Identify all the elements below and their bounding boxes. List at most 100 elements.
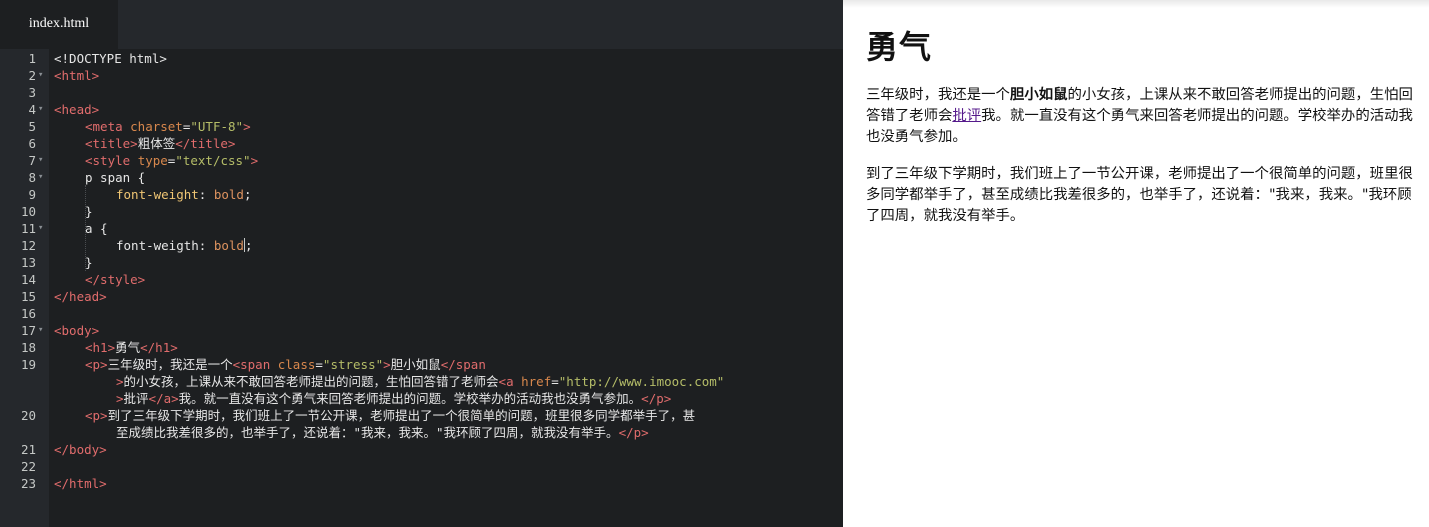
code-text: 至成绩比我差很多的，也举手了，还说着："我来，我来。"我环顾了四周，就我没有举手… [116,424,649,441]
code-token: font-weight [116,187,199,202]
code-line[interactable]: 19 <p>三年级时，我还是一个<span class="stress">胆小如鼠… [0,356,843,373]
line-number: 14 [20,272,36,287]
code-line[interactable]: 12 font-weigth: bold; [0,237,843,254]
code-token: <span [232,357,278,372]
code-line[interactable]: 22 [0,458,843,475]
code-line[interactable]: >的小女孩，上课从来不敢回答老师提出的问题，生怕回答错了老师会<a href="… [0,373,843,390]
code-line[interactable]: 10} [0,203,843,220]
code-token: a { [85,221,108,236]
code-editor[interactable]: index.html 1 <!DOCTYPE html> 2 ▾ <html> 3 4 ▾ <h… [0,0,843,527]
code-text: >批评</a>我。就一直没有这个勇气来回答老师提出的问题。学校举办的活动我也没勇… [116,390,671,407]
fold-arrow-icon[interactable]: ▾ [38,220,48,237]
code-text: a { [85,220,108,237]
code-line[interactable]: >批评</a>我。就一直没有这个勇气来回答老师提出的问题。学校举办的活动我也没勇… [0,390,843,407]
code-text: <p>三年级时，我还是一个<span class="stress">胆小如鼠</… [85,356,486,373]
code-line[interactable]: 7 ▾ <style type="text/css"> [0,152,843,169]
code-line[interactable]: 至成绩比我差很多的，也举手了，还说着："我来，我来。"我环顾了四周，就我没有举手… [0,424,843,441]
code-token: <head> [54,102,100,117]
code-token: > [383,357,391,372]
code-line[interactable]: 1 <!DOCTYPE html> [0,50,843,67]
fold-arrow-icon[interactable]: ▾ [38,322,48,339]
code-token: </h1> [140,340,178,355]
code-line[interactable]: 2 ▾ <html> [0,67,843,84]
code-line[interactable]: 8 ▾ p span { [0,169,843,186]
code-token: </span [440,357,486,372]
code-token: </style> [85,272,146,287]
line-number: 8 [28,170,36,185]
code-line[interactable]: 11 ▾ a { [0,220,843,237]
code-line[interactable]: 16 [0,305,843,322]
code-line[interactable]: 20 <p>到了三年级下学期时，我们班上了一节公开课，老师提出了一个很简单的问题，… [0,407,843,424]
code-area[interactable]: 1 <!DOCTYPE html> 2 ▾ <html> 3 4 ▾ <head> 5 <meta … [0,49,843,527]
code-text: font-weight: bold; [116,186,252,203]
p1-text-before: 三年级时，我还是一个 [866,87,1010,103]
line-number: 15 [20,289,36,304]
code-text: } [85,254,93,271]
code-token: ; [244,238,253,253]
code-line[interactable]: 13} [0,254,843,271]
code-token: <html> [54,68,100,83]
code-text: } [85,203,93,220]
code-token: </a> [148,391,179,406]
code-line[interactable]: 21 </body> [0,441,843,458]
line-number: 17 [20,323,36,338]
code-text: <meta charset="UTF-8"> [85,118,251,135]
stress-text: 胆小如鼠 [1009,87,1068,103]
code-text: </head> [54,288,107,305]
code-token: 至成绩比我差很多的，也举手了，还说着："我来，我来。"我环顾了四周，就我没有举手… [116,425,619,440]
fold-arrow-icon[interactable]: ▾ [38,169,48,186]
code-line[interactable]: 4 ▾ <head> [0,101,843,118]
line-number: 13 [20,255,36,270]
code-line[interactable]: 23 </html> [0,475,843,492]
code-token: 到了三年级下学期时，我们班上了一节公开课，老师提出了一个很简单的问题，班里很多同… [107,408,696,423]
preview-top-shade [843,0,1429,8]
code-token: > [243,119,251,134]
fold-arrow-icon[interactable]: ▾ [38,67,48,84]
code-line[interactable]: 6 <title>粗体签</title> [0,135,843,152]
tab-index-html[interactable]: index.html [0,0,118,49]
line-number: 2 [28,68,36,83]
line-number: 21 [20,442,36,457]
code-token: } [85,255,93,270]
code-token: "UTF-8" [190,119,244,134]
code-text: <!DOCTYPE html> [54,50,167,67]
line-number: 10 [20,204,36,219]
code-token: </html> [54,476,107,491]
criticize-link[interactable]: 批评 [952,108,981,124]
code-token: 的小女孩，上课从来不敢回答老师提出的问题，生怕回答错了老师会 [123,374,499,389]
code-token: = [551,374,559,389]
code-text: </html> [54,475,107,492]
code-text: <title>粗体签</title> [85,135,235,152]
code-token: <a [498,374,522,389]
code-line[interactable]: 14 </style> [0,271,843,288]
code-line[interactable]: 15 </head> [0,288,843,305]
code-line[interactable]: 9 font-weight: bold; [0,186,843,203]
fold-arrow-icon[interactable]: ▾ [38,101,48,118]
code-line[interactable]: 17 ▾ <body> [0,322,843,339]
code-token: 我。就一直没有这个勇气来回答老师提出的问题。学校举办的活动我也没勇气参加。 [178,391,642,406]
code-text: <body> [54,322,99,339]
code-token: = [315,357,323,372]
code-token: "http://www.imooc.com" [558,374,725,389]
browser-preview: 勇气 三年级时，我还是一个胆小如鼠的小女孩，上课从来不敢回答老师提出的问题，生怕… [843,0,1429,527]
code-line[interactable]: 3 [0,84,843,101]
fold-arrow-icon[interactable]: ▾ [38,152,48,169]
code-text: >的小女孩，上课从来不敢回答老师提出的问题，生怕回答错了老师会<a href="… [116,373,724,390]
line-number: 18 [20,340,36,355]
code-token: p span { [85,170,146,185]
code-token: > [116,374,124,389]
preview-paragraph-2: 到了三年级下学期时，我们班上了一节公开课，老师提出了一个很简单的问题，班里很多同… [866,166,1413,224]
code-token: charset [130,119,183,134]
line-number: 6 [28,136,36,151]
code-token: 勇气 [115,340,141,355]
code-line[interactable]: 5 <meta charset="UTF-8"> [0,118,843,135]
code-line[interactable]: 18 <h1>勇气</h1> [0,339,843,356]
code-text: <head> [54,101,99,118]
code-token: "stress" [322,357,384,372]
line-number: 12 [20,238,36,253]
code-token: : [198,187,214,202]
code-token: <!DOCTYPE html> [54,51,167,66]
code-token: </p> [618,425,649,440]
code-token: > [116,391,124,406]
code-text: p span { [85,169,145,186]
